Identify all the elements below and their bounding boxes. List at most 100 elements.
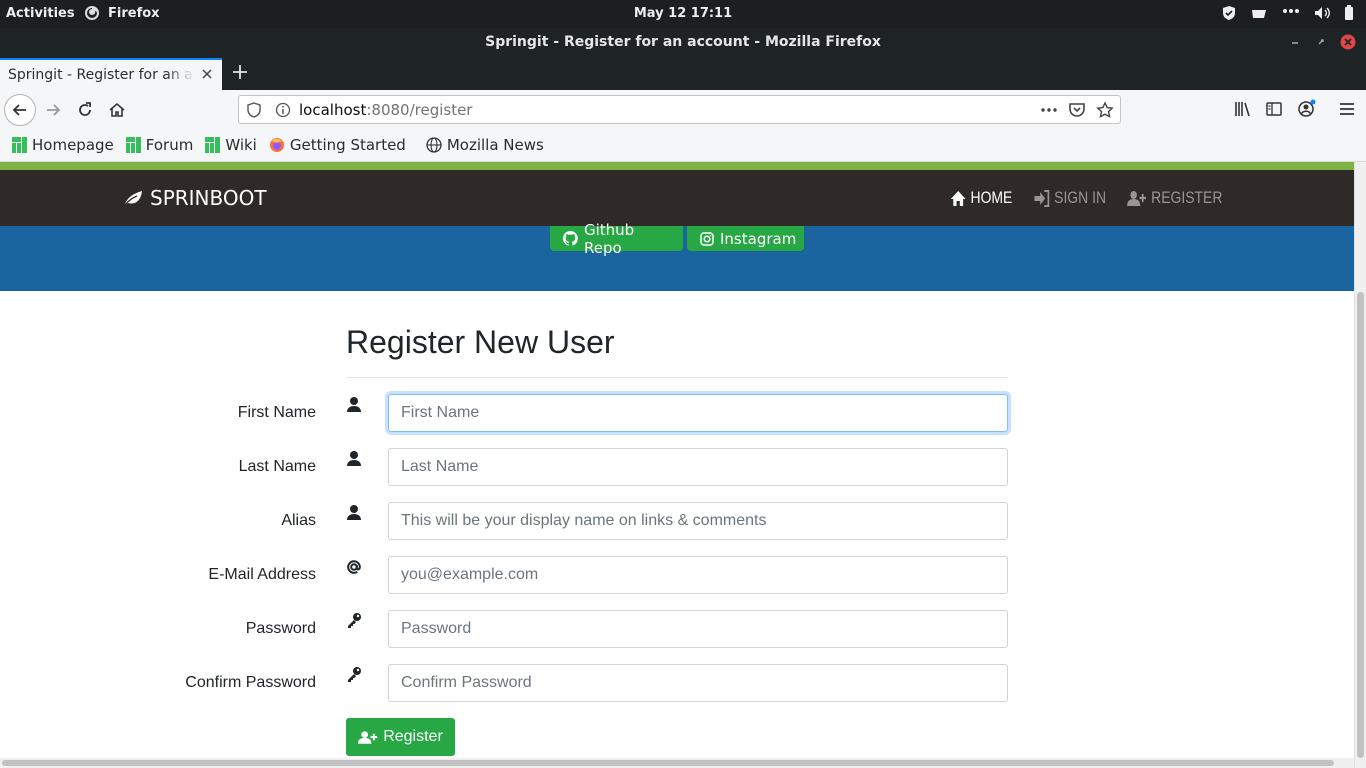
activities-button[interactable]: Activities [6,6,75,21]
sidebar-icon[interactable] [1265,100,1283,118]
user-plus-icon [358,730,378,745]
site-nav: HOME SIGN IN REGISTER [950,188,1222,208]
first-name-label: First Name [237,404,316,421]
bookmark-forum[interactable]: Forum [125,135,194,154]
key-icon [346,612,362,630]
scrollbar-thumb[interactable] [2,760,1334,766]
page-title: Register New User [346,324,615,360]
maximize-icon[interactable] [1314,35,1328,49]
hamburger-menu-icon[interactable] [1338,100,1356,118]
tab-strip: Springit - Register for an account [0,56,1366,90]
site-navbar: SPRINBOOT HOME SIGN IN REGISTER [0,170,1354,226]
camera-icon [1250,6,1268,20]
instagram-label: Instagram [720,229,797,248]
url-bar[interactable]: localhost:8080/register [238,95,1121,124]
home-icon [950,190,966,207]
library-icon[interactable] [1233,100,1251,118]
last-name-row: Last Name [0,448,1354,488]
tracking-shield-icon[interactable] [247,102,261,118]
pocket-icon[interactable] [1068,101,1086,119]
reload-button[interactable] [70,95,100,125]
volume-icon [1314,6,1330,20]
github-repo-button[interactable]: Github Repo [550,221,683,257]
shield-icon [1222,5,1236,21]
nav-home[interactable]: HOME [950,188,1012,208]
firefox-icon [84,5,100,21]
horizontal-scrollbar[interactable] [0,758,1354,768]
forward-arrow-icon [44,101,62,119]
hero-banner: Github Repo Instagram [0,221,1354,291]
confirm-password-row: Confirm Password [0,664,1354,704]
page-viewport: SPRINBOOT HOME SIGN IN REGISTER Github R… [0,162,1366,768]
nav-register-label: REGISTER [1151,188,1223,207]
github-repo-label: Github Repo [584,220,635,257]
bookmark-label: Mozilla News [446,135,544,154]
tab-title: Springit - Register for an account [8,67,194,83]
bookmark-mozilla-news[interactable]: Mozilla News [426,136,544,154]
bookmark-label: Forum [145,135,194,154]
brand-name: SPRINBOOT [150,186,267,210]
first-name-input[interactable] [388,394,1008,432]
app-menu[interactable]: Firefox [84,5,160,21]
account-icon[interactable] [1297,99,1317,119]
battery-icon [1344,5,1354,21]
minimize-icon[interactable] [1288,35,1302,49]
home-icon [108,101,126,119]
sign-in-icon [1034,189,1050,207]
register-button-label: Register [383,728,443,745]
close-tab-icon[interactable] [200,67,214,81]
back-button[interactable] [4,94,36,126]
vertical-scrollbar[interactable] [1354,162,1366,768]
bookmark-label: Getting Started [289,135,406,154]
instagram-button[interactable]: Instagram [687,226,804,251]
email-row: E-Mail Address [0,556,1354,596]
bookmark-label: Wiki [225,135,257,154]
bookmark-getting-started[interactable]: Getting Started [269,136,406,154]
new-tab-icon[interactable] [230,62,250,82]
tab-register[interactable]: Springit - Register for an account [0,58,222,90]
app-name: Firefox [108,5,160,21]
home-button[interactable] [102,95,132,125]
scrollbar-thumb[interactable] [1357,292,1364,758]
system-top-bar: Activities Firefox May 12 17:11 [0,0,1366,28]
bookmark-wiki[interactable]: Wiki [205,136,257,154]
nav-register[interactable]: REGISTER [1127,188,1222,208]
reload-icon [76,101,94,119]
email-input[interactable] [388,556,1008,594]
user-icon [346,450,362,468]
back-arrow-icon [11,101,29,119]
password-row: Password [0,610,1354,650]
password-label: Password [245,620,316,637]
clock[interactable]: May 12 17:11 [0,6,1366,21]
top-accent-strip [0,162,1354,170]
page-actions-icon[interactable] [1040,102,1058,118]
url-host: localhost [299,101,367,119]
alias-input[interactable] [388,502,1008,540]
system-tray[interactable] [1222,5,1354,21]
nav-sign-in-label: SIGN IN [1054,188,1107,207]
last-name-input[interactable] [388,448,1008,486]
alias-label: Alias [281,512,316,529]
window-titlebar: Springit - Register for an account - Moz… [0,28,1366,56]
bookmark-star-icon[interactable] [1096,101,1114,119]
confirm-password-label: Confirm Password [185,674,316,691]
password-input[interactable] [388,610,1008,648]
manjaro-icon [125,136,141,153]
globe-icon [426,136,442,153]
info-icon[interactable] [275,102,291,118]
confirm-password-input[interactable] [388,664,1008,702]
user-icon [346,396,362,414]
nav-sign-in[interactable]: SIGN IN [1034,188,1106,208]
bookmark-homepage[interactable]: Homepage [12,136,114,154]
forward-button[interactable] [38,95,68,125]
nav-toolbar: localhost:8080/register [0,90,1366,128]
key-icon [346,666,362,684]
instagram-icon [700,231,714,246]
user-icon [346,504,362,522]
close-window-icon[interactable] [1340,34,1356,50]
site-brand[interactable]: SPRINBOOT [122,186,267,210]
user-plus-icon [1127,190,1147,207]
register-button[interactable]: Register [346,718,455,756]
url-text[interactable]: localhost:8080/register [299,101,472,119]
at-icon [346,558,362,576]
